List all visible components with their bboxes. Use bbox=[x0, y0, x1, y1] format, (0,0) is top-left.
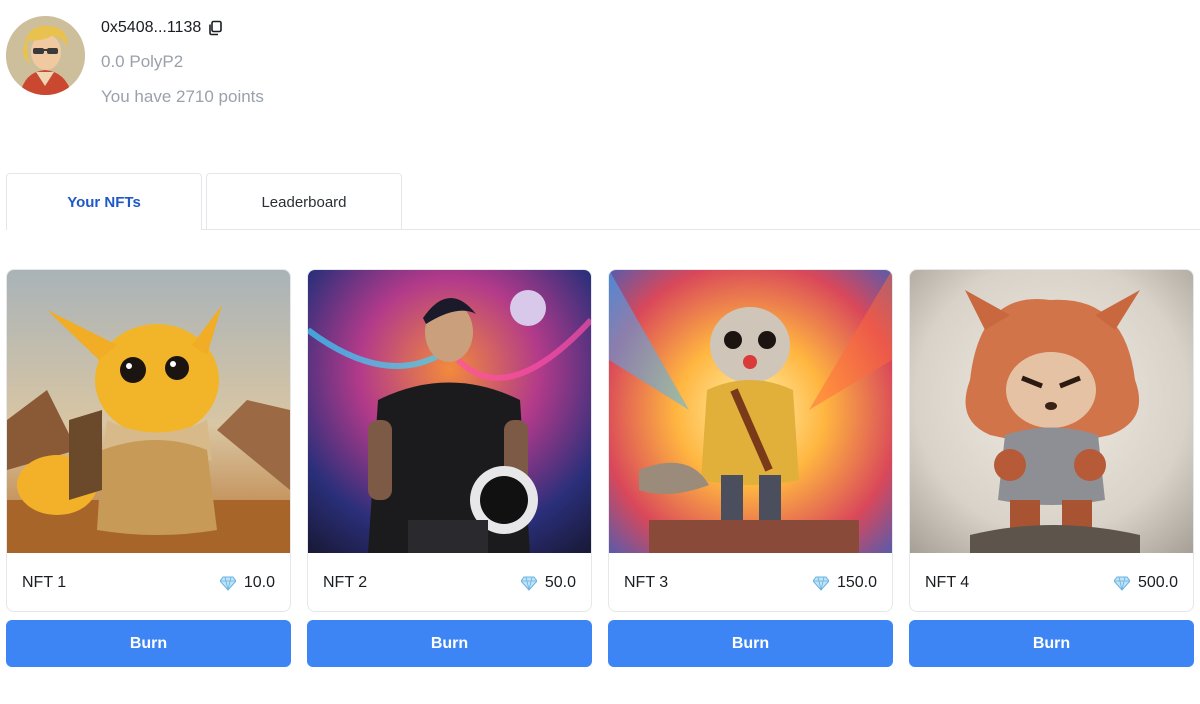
nft-price: 10.0 bbox=[219, 573, 275, 592]
nft-name: NFT 3 bbox=[624, 573, 669, 591]
diamond-icon bbox=[1113, 575, 1131, 591]
nft-item: NFT 3 150.0 Burn bbox=[608, 269, 893, 667]
burn-button[interactable]: Burn bbox=[6, 620, 291, 667]
nft-item: NFT 1 10.0 Burn bbox=[6, 269, 291, 667]
token-balance: 0.0 PolyP2 bbox=[101, 52, 184, 71]
nft-card[interactable]: NFT 2 50.0 bbox=[307, 269, 592, 612]
nft-price: 50.0 bbox=[520, 573, 576, 592]
diamond-icon bbox=[812, 575, 830, 591]
nft-card-footer: NFT 2 50.0 bbox=[308, 553, 591, 611]
tab-divider bbox=[202, 229, 1200, 230]
nft-item: NFT 2 50.0 Burn bbox=[307, 269, 592, 667]
diamond-icon bbox=[520, 575, 538, 591]
nft-card[interactable]: NFT 3 150.0 bbox=[608, 269, 893, 612]
nft-name: NFT 2 bbox=[323, 573, 368, 591]
burn-button[interactable]: Burn bbox=[608, 620, 893, 667]
burn-button[interactable]: Burn bbox=[909, 620, 1194, 667]
nft-price-value: 150.0 bbox=[836, 573, 877, 591]
nft-card-footer: NFT 4 500.0 bbox=[910, 553, 1193, 611]
nft-card[interactable]: NFT 1 10.0 bbox=[6, 269, 291, 612]
nft-price-value: 50.0 bbox=[544, 573, 576, 591]
tab-bar: Your NFTs Leaderboard bbox=[6, 173, 402, 230]
points-text: You have 2710 points bbox=[101, 87, 264, 106]
tab-leaderboard[interactable]: Leaderboard bbox=[206, 173, 402, 230]
nft-card-footer: NFT 1 10.0 bbox=[7, 553, 290, 611]
copy-icon[interactable] bbox=[207, 20, 223, 36]
nft-card[interactable]: NFT 4 500.0 bbox=[909, 269, 1194, 612]
nft-price-value: 500.0 bbox=[1137, 573, 1178, 591]
wallet-address: 0x5408...1138 bbox=[101, 19, 202, 36]
wallet-address-row: 0x5408...1138 bbox=[101, 17, 223, 39]
tab-your-nfts[interactable]: Your NFTs bbox=[6, 173, 202, 230]
nft-grid: NFT 1 10.0 Burn NFT 2 50.0 Burn NFT 3 15… bbox=[6, 269, 1196, 667]
avatar bbox=[6, 16, 85, 95]
nft-price-value: 10.0 bbox=[243, 573, 275, 591]
burn-button[interactable]: Burn bbox=[307, 620, 592, 667]
nft-image bbox=[308, 270, 591, 553]
diamond-icon bbox=[219, 575, 237, 591]
nft-price: 500.0 bbox=[1113, 573, 1178, 592]
nft-card-footer: NFT 3 150.0 bbox=[609, 553, 892, 611]
nft-name: NFT 4 bbox=[925, 573, 970, 591]
nft-price: 150.0 bbox=[812, 573, 877, 592]
nft-image bbox=[609, 270, 892, 553]
nft-image bbox=[910, 270, 1193, 553]
nft-image bbox=[7, 270, 290, 553]
nft-item: NFT 4 500.0 Burn bbox=[909, 269, 1194, 667]
nft-name: NFT 1 bbox=[22, 573, 67, 591]
